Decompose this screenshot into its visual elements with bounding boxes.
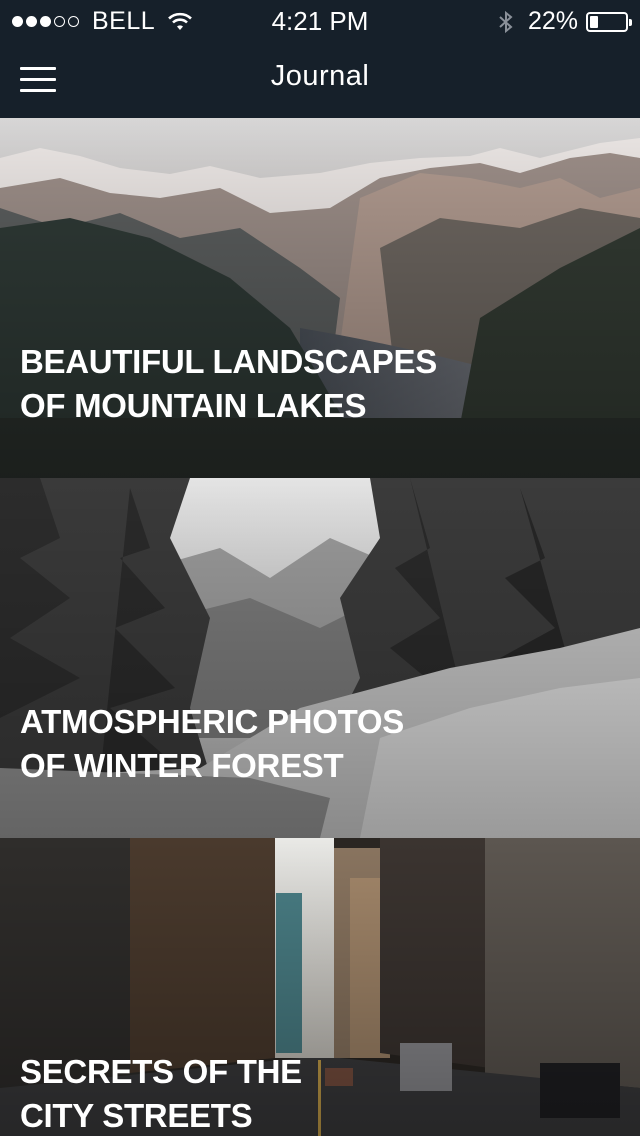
article-title-line: ATMOSPHERIC PHOTOS	[20, 703, 404, 740]
article-title-line: SECRETS OF THE	[20, 1053, 302, 1090]
battery-percent: 22%	[527, 7, 578, 35]
navigation-bar: Journal	[0, 40, 640, 118]
battery-icon	[586, 11, 632, 32]
article-title-line: BEAUTIFUL LANDSCAPES	[20, 343, 437, 380]
article-card-winter-forest[interactable]: ATMOSPHERIC PHOTOS OF WINTER FOREST	[0, 478, 640, 838]
status-right: 22%	[498, 7, 632, 36]
bluetooth-icon	[499, 10, 513, 33]
article-card-mountain-lakes[interactable]: BEAUTIFUL LANDSCAPES OF MOUNTAIN LAKES	[0, 118, 640, 478]
article-title: BEAUTIFUL LANDSCAPES OF MOUNTAIN LAKES	[20, 340, 437, 428]
article-card-city-streets[interactable]: SECRETS OF THE CITY STREETS	[0, 838, 640, 1136]
status-bar: BELL 4:21 PM 22%	[0, 0, 640, 40]
article-title-line: OF WINTER FOREST	[20, 747, 344, 784]
article-title: SECRETS OF THE CITY STREETS	[20, 1050, 302, 1136]
article-title: ATMOSPHERIC PHOTOS OF WINTER FOREST	[20, 700, 404, 788]
article-title-line: CITY STREETS	[20, 1097, 253, 1134]
page-title: Journal	[270, 60, 370, 92]
article-title-line: OF MOUNTAIN LAKES	[20, 387, 367, 424]
